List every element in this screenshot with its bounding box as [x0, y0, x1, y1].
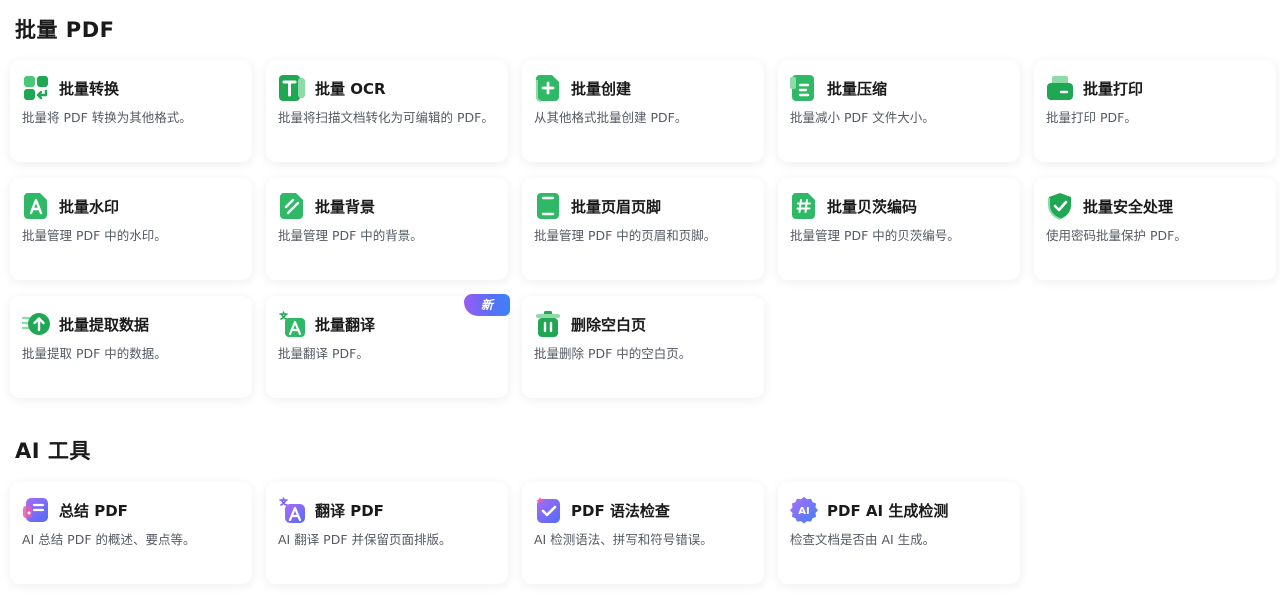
card-title: 批量打印	[1083, 79, 1144, 98]
card-batch-create[interactable]: 批量创建 从其他格式批量创建 PDF。	[522, 60, 764, 162]
card-title: 批量背景	[315, 197, 376, 216]
card-batch-convert[interactable]: 批量转换 批量将 PDF 转换为其他格式。	[10, 60, 252, 162]
batch-convert-icon	[22, 74, 50, 102]
card-title: 批量提取数据	[59, 315, 150, 334]
card-delete-blank-page[interactable]: 删除空白页 批量删除 PDF 中的空白页。	[522, 296, 764, 398]
card-title: 批量转换	[59, 79, 120, 98]
card-description: 批量管理 PDF 中的贝茨编号。	[790, 228, 960, 243]
card-batch-print[interactable]: 批量打印 批量打印 PDF。	[1034, 60, 1276, 162]
card-batch-translate[interactable]: 批量翻译 批量翻译 PDF。 新	[266, 294, 510, 398]
new-badge: 新	[464, 294, 510, 316]
svg-text:AI: AI	[798, 506, 809, 517]
section-title-batch-pdf: 批量 PDF	[15, 18, 115, 42]
card-batch-bates[interactable]: 批量贝茨编码 批量管理 PDF 中的贝茨编号。	[778, 178, 1020, 280]
batch-header-footer-icon	[534, 192, 562, 220]
batch-compress-icon	[790, 74, 818, 102]
card-ai-summarize[interactable]: 总结 PDF AI 总结 PDF 的概述、要点等。	[10, 482, 252, 584]
ai-detect-icon: AI	[790, 496, 818, 524]
card-description: 批量删除 PDF 中的空白页。	[534, 346, 692, 361]
card-description: 使用密码批量保护 PDF。	[1046, 228, 1187, 243]
card-description: 批量将 PDF 转换为其他格式。	[22, 110, 192, 125]
card-title: 批量安全处理	[1083, 197, 1174, 216]
card-description: 批量管理 PDF 中的水印。	[22, 228, 167, 243]
card-title: 翻译 PDF	[315, 501, 384, 520]
card-description: AI 总结 PDF 的概述、要点等。	[22, 532, 196, 547]
card-description: 批量提取 PDF 中的数据。	[22, 346, 167, 361]
card-ai-detect[interactable]: AI PDF AI 生成检测 检查文档是否由 AI 生成。	[778, 482, 1020, 584]
batch-watermark-icon	[22, 192, 50, 220]
card-title: 批量创建	[571, 79, 632, 98]
batch-translate-icon	[278, 310, 306, 338]
ai-grammar-check-icon	[534, 496, 562, 524]
card-description: 批量打印 PDF。	[1046, 110, 1137, 125]
ai-summarize-icon	[22, 496, 50, 524]
card-title: 批量翻译	[315, 315, 376, 334]
card-batch-ocr[interactable]: 批量 OCR 批量将扫描文档转化为可编辑的 PDF。	[266, 60, 508, 162]
card-description: 批量管理 PDF 中的背景。	[278, 228, 423, 243]
batch-bates-icon	[790, 192, 818, 220]
card-batch-compress[interactable]: 批量压缩 批量减小 PDF 文件大小。	[778, 60, 1020, 162]
ai-translate-icon	[278, 496, 306, 524]
batch-security-icon	[1046, 192, 1074, 220]
card-batch-watermark[interactable]: 批量水印 批量管理 PDF 中的水印。	[10, 178, 252, 280]
card-description: 从其他格式批量创建 PDF。	[534, 110, 688, 125]
delete-blank-page-icon	[534, 310, 562, 338]
card-description: 检查文档是否由 AI 生成。	[790, 532, 936, 547]
card-title: 批量贝茨编码	[827, 197, 918, 216]
card-title: PDF 语法检查	[571, 501, 670, 520]
section-title-ai-tools: AI 工具	[15, 439, 91, 463]
card-title: PDF AI 生成检测	[827, 501, 949, 520]
card-title: 总结 PDF	[59, 501, 128, 520]
batch-print-icon	[1046, 74, 1074, 102]
card-description: 批量将扫描文档转化为可编辑的 PDF。	[278, 110, 494, 125]
card-batch-security[interactable]: 批量安全处理 使用密码批量保护 PDF。	[1034, 178, 1276, 280]
batch-background-icon	[278, 192, 306, 220]
card-description: AI 检测语法、拼写和符号错误。	[534, 532, 713, 547]
card-title: 删除空白页	[571, 315, 647, 334]
card-batch-header-footer[interactable]: 批量页眉页脚 批量管理 PDF 中的页眉和页脚。	[522, 178, 764, 280]
batch-tools-page: 批量 PDF 批量转换 批量将 PDF 转换为其他格式。 批量 OCR 批量将扫…	[0, 0, 1280, 596]
card-batch-background[interactable]: 批量背景 批量管理 PDF 中的背景。	[266, 178, 508, 280]
batch-extract-icon	[22, 310, 50, 338]
card-title: 批量水印	[59, 197, 120, 216]
card-description: AI 翻译 PDF 并保留页面排版。	[278, 532, 452, 547]
card-batch-extract[interactable]: 批量提取数据 批量提取 PDF 中的数据。	[10, 296, 252, 398]
card-ai-translate[interactable]: 翻译 PDF AI 翻译 PDF 并保留页面排版。	[266, 482, 508, 584]
card-ai-grammar-check[interactable]: PDF 语法检查 AI 检测语法、拼写和符号错误。	[522, 482, 764, 584]
card-title: 批量页眉页脚	[571, 197, 662, 216]
batch-pdf-grid: 批量转换 批量将 PDF 转换为其他格式。 批量 OCR 批量将扫描文档转化为可…	[10, 60, 1276, 398]
ai-tools-grid: 总结 PDF AI 总结 PDF 的概述、要点等。 翻译 PDF AI 翻译 P…	[10, 482, 1276, 584]
batch-ocr-icon	[278, 74, 306, 102]
card-description: 批量翻译 PDF。	[278, 346, 369, 361]
batch-create-icon	[534, 74, 562, 102]
card-title: 批量 OCR	[315, 79, 386, 98]
card-description: 批量管理 PDF 中的页眉和页脚。	[534, 228, 717, 243]
card-title: 批量压缩	[827, 79, 888, 98]
card-description: 批量减小 PDF 文件大小。	[790, 110, 935, 125]
